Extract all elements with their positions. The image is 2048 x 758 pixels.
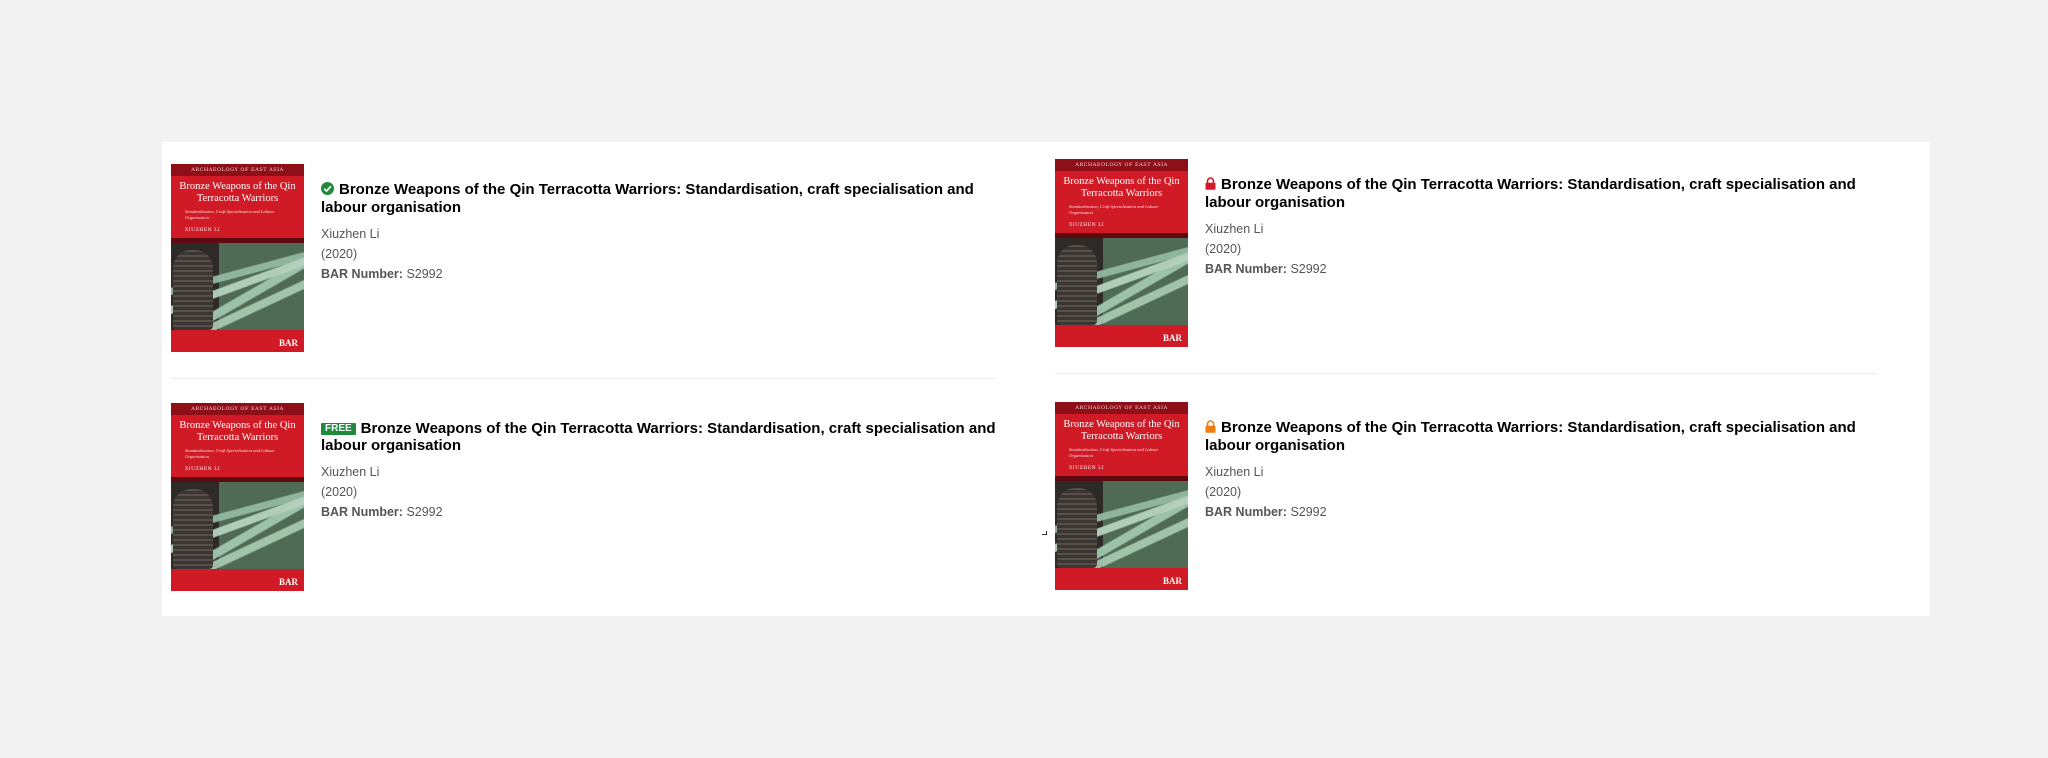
result-year: (2020) [1205, 485, 1242, 499]
book-cover[interactable]: ARCHAEOLOGY OF EAST ASIA Bronze Weapons … [1055, 402, 1188, 590]
cover-subtitle: Standardisation, Craft Specialisation an… [1069, 447, 1159, 458]
result-bar-number: BAR Number: S2992 [1205, 502, 1905, 522]
book-cover[interactable]: ARCHAEOLOGY OF EAST ASIA Bronze Weapons … [171, 164, 304, 352]
result-info: FREE Bronze Weapons of the Qin Terracotta… [321, 420, 1021, 522]
check-circle-icon [321, 182, 334, 199]
result-author: Xiuzhen Li [321, 465, 380, 479]
book-cover[interactable]: ARCHAEOLOGY OF EAST ASIA Bronze Weapons … [1055, 159, 1188, 347]
result-title: Bronze Weapons of the Qin Terracotta War… [321, 181, 974, 216]
result-title-link[interactable]: FREE Bronze Weapons of the Qin Terracotta… [321, 420, 1021, 454]
cover-figure [1057, 245, 1097, 325]
bar-number-value: S2992 [406, 505, 443, 519]
free-badge: FREE [321, 423, 356, 435]
result-info: Bronze Weapons of the Qin Terracotta War… [1205, 419, 1905, 522]
cover-subtitle: Standardisation, Craft Specialisation an… [185, 448, 275, 459]
cover-title: Bronze Weapons of the Qin Terracotta War… [1063, 176, 1180, 199]
bar-logo: BAR [278, 338, 298, 348]
cover-author: XIUZHEN LI [185, 467, 221, 472]
cover-title: Bronze Weapons of the Qin Terracotta War… [179, 420, 296, 443]
cover-series: ARCHAEOLOGY OF EAST ASIA [191, 167, 284, 173]
result-title: Bronze Weapons of the Qin Terracotta War… [1205, 176, 1856, 211]
result-bar-number: BAR Number: S2992 [321, 502, 1021, 522]
lock-orange-icon [1205, 420, 1216, 437]
result-year: (2020) [321, 247, 358, 261]
book-cover[interactable]: ARCHAEOLOGY OF EAST ASIA Bronze Weapons … [171, 403, 304, 591]
bar-number-label: BAR Number: [1205, 262, 1287, 276]
result-year: (2020) [1205, 242, 1242, 256]
lock-red-icon [1205, 177, 1216, 194]
bar-number-value: S2992 [1290, 505, 1327, 519]
cover-figure [173, 489, 213, 569]
result-title: Bronze Weapons of the Qin Terracotta War… [321, 420, 996, 454]
cover-series: ARCHAEOLOGY OF EAST ASIA [1075, 162, 1168, 168]
cover-figure [173, 250, 213, 330]
bar-number-label: BAR Number: [321, 267, 403, 281]
result-title-link[interactable]: Bronze Weapons of the Qin Terracotta War… [1205, 419, 1905, 454]
cover-figure [1057, 488, 1097, 568]
result-info: Bronze Weapons of the Qin Terracotta War… [321, 181, 1021, 284]
bar-logo: BAR [278, 577, 298, 587]
result-title-link[interactable]: Bronze Weapons of the Qin Terracotta War… [321, 181, 1021, 216]
bar-logo: BAR [1162, 333, 1182, 343]
cover-author: XIUZHEN LI [1069, 466, 1105, 471]
cover-subtitle: Standardisation, Craft Specialisation an… [1069, 204, 1159, 215]
cover-series: ARCHAEOLOGY OF EAST ASIA [1075, 405, 1168, 411]
result-author: Xiuzhen Li [1205, 465, 1264, 479]
result-author: Xiuzhen Li [321, 227, 380, 241]
result-title: Bronze Weapons of the Qin Terracotta War… [1205, 419, 1856, 454]
cover-author: XIUZHEN LI [1069, 223, 1105, 228]
bar-number-value: S2992 [1290, 262, 1327, 276]
result-title-link[interactable]: Bronze Weapons of the Qin Terracotta War… [1205, 176, 1905, 211]
bar-number-value: S2992 [406, 267, 443, 281]
cover-series: ARCHAEOLOGY OF EAST ASIA [191, 406, 284, 412]
bar-number-label: BAR Number: [1205, 505, 1287, 519]
bar-number-label: BAR Number: [321, 505, 403, 519]
cover-subtitle: Standardisation, Craft Specialisation an… [185, 209, 275, 220]
result-info: Bronze Weapons of the Qin Terracotta War… [1205, 176, 1905, 279]
result-bar-number: BAR Number: S2992 [321, 264, 1021, 284]
result-divider [171, 378, 996, 379]
resize-handle-icon [1042, 531, 1047, 535]
result-bar-number: BAR Number: S2992 [1205, 259, 1905, 279]
cover-author: XIUZHEN LI [185, 228, 221, 233]
cover-title: Bronze Weapons of the Qin Terracotta War… [1063, 419, 1180, 442]
result-author: Xiuzhen Li [1205, 222, 1264, 236]
cover-title: Bronze Weapons of the Qin Terracotta War… [179, 181, 296, 204]
result-divider [1055, 373, 1877, 374]
search-results-panel: ARCHAEOLOGY OF EAST ASIA Bronze Weapons … [162, 142, 1930, 616]
bar-logo: BAR [1162, 576, 1182, 586]
result-year: (2020) [321, 485, 358, 499]
